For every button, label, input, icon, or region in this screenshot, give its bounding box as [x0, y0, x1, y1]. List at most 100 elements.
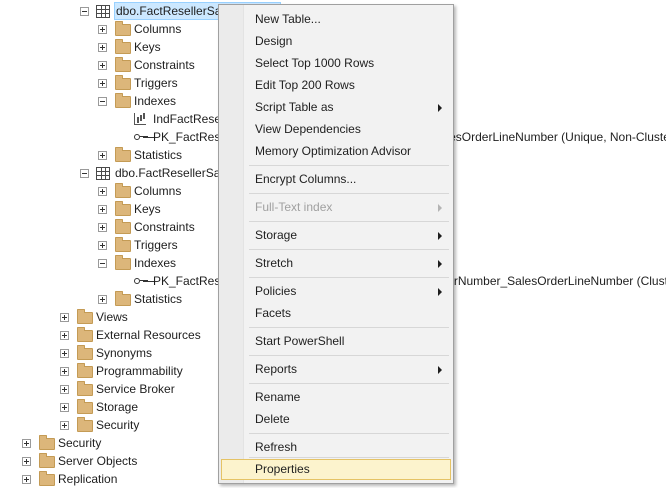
menu-item-properties[interactable]: Properties [221, 459, 451, 480]
menu-item-label: Script Table as [255, 100, 334, 114]
server-objects-label[interactable]: Server Objects [58, 452, 137, 470]
folder-icon [115, 255, 131, 270]
indexes-label[interactable]: Indexes [134, 254, 176, 272]
expand-icon[interactable] [60, 421, 69, 430]
menu-separator [249, 221, 449, 222]
menu-item-stretch[interactable]: Stretch [221, 253, 451, 274]
folder-icon [39, 453, 55, 468]
keys-label[interactable]: Keys [134, 200, 161, 218]
key-icon [134, 134, 148, 140]
expand-icon[interactable] [98, 43, 107, 52]
folder-icon [77, 363, 93, 378]
menu-item-rename[interactable]: Rename [221, 387, 451, 408]
expand-icon[interactable] [60, 403, 69, 412]
constraints-label[interactable]: Constraints [134, 218, 195, 236]
collapse-icon[interactable] [80, 7, 89, 16]
keys-label[interactable]: Keys [134, 38, 161, 56]
collapse-icon[interactable] [98, 259, 107, 268]
expand-icon[interactable] [22, 439, 31, 448]
expand-icon[interactable] [98, 187, 107, 196]
indexes-label[interactable]: Indexes [134, 92, 176, 110]
expand-icon[interactable] [98, 79, 107, 88]
menu-item-label: Encrypt Columns... [255, 172, 357, 186]
folder-icon [115, 21, 131, 36]
folder-icon [115, 39, 131, 54]
menu-item-facets[interactable]: Facets [221, 303, 451, 324]
menu-item-label: Storage [255, 228, 298, 242]
folder-icon [115, 291, 131, 306]
menu-separator [249, 165, 449, 166]
collapse-icon[interactable] [98, 97, 107, 106]
storage-label[interactable]: Storage [96, 398, 138, 416]
columns-label[interactable]: Columns [134, 182, 181, 200]
menu-item-design[interactable]: Design [221, 31, 451, 52]
menu-item-label: Delete [255, 412, 290, 426]
table-icon [96, 5, 110, 18]
programmability-label[interactable]: Programmability [96, 362, 183, 380]
expand-icon[interactable] [98, 241, 107, 250]
menu-item-select-top-rows[interactable]: Select Top 1000 Rows [221, 53, 451, 74]
views-label[interactable]: Views [96, 308, 128, 326]
statistics-label[interactable]: Statistics [134, 146, 182, 164]
menu-separator [249, 193, 449, 194]
expand-icon[interactable] [98, 295, 107, 304]
submenu-arrow-icon [438, 204, 442, 212]
menu-separator [249, 249, 449, 250]
expand-icon[interactable] [98, 61, 107, 70]
menu-item-label: Properties [255, 462, 310, 476]
expand-icon[interactable] [22, 457, 31, 466]
menu-item-refresh[interactable]: Refresh [221, 437, 451, 458]
triggers-label[interactable]: Triggers [134, 74, 178, 92]
security-db-label[interactable]: Security [96, 416, 139, 434]
menu-item-start-powershell[interactable]: Start PowerShell [221, 331, 451, 352]
folder-icon [115, 57, 131, 72]
folder-icon [77, 399, 93, 414]
folder-icon [77, 327, 93, 342]
menu-item-script-table-as[interactable]: Script Table as [221, 97, 451, 118]
collapse-icon[interactable] [80, 169, 89, 178]
submenu-arrow-icon [438, 104, 442, 112]
expand-icon[interactable] [98, 205, 107, 214]
folder-icon [115, 93, 131, 108]
menu-item-new-table[interactable]: New Table... [221, 9, 451, 30]
menu-separator [249, 457, 449, 458]
folder-icon [115, 75, 131, 90]
external-resources-label[interactable]: External Resources [96, 326, 201, 344]
menu-item-label: Design [255, 34, 293, 48]
menu-item-label: Full-Text index [255, 200, 333, 214]
service-broker-label[interactable]: Service Broker [96, 380, 175, 398]
expand-icon[interactable] [60, 367, 69, 376]
expand-icon[interactable] [98, 25, 107, 34]
menu-item-policies[interactable]: Policies [221, 281, 451, 302]
menu-item-reports[interactable]: Reports [221, 359, 451, 380]
expand-icon[interactable] [98, 223, 107, 232]
expand-icon[interactable] [60, 331, 69, 340]
menu-item-memory-optimization[interactable]: Memory Optimization Advisor [221, 141, 451, 162]
synonyms-label[interactable]: Synonyms [96, 344, 152, 362]
folder-icon [115, 147, 131, 162]
menu-item-label: New Table... [255, 12, 321, 26]
expand-icon[interactable] [22, 475, 31, 484]
expand-icon[interactable] [60, 313, 69, 322]
menu-item-label: Stretch [255, 256, 294, 270]
security-label[interactable]: Security [58, 434, 101, 452]
constraints-label[interactable]: Constraints [134, 56, 195, 74]
expand-icon[interactable] [60, 349, 69, 358]
key-icon [134, 278, 148, 284]
triggers-label[interactable]: Triggers [134, 236, 178, 254]
statistics-label[interactable]: Statistics [134, 290, 182, 308]
replication-label[interactable]: Replication [58, 470, 117, 488]
menu-item-storage[interactable]: Storage [221, 225, 451, 246]
columns-label[interactable]: Columns [134, 20, 181, 38]
menu-item-label: Rename [255, 390, 301, 404]
menu-item-delete[interactable]: Delete [221, 409, 451, 430]
expand-icon[interactable] [60, 385, 69, 394]
menu-item-view-dependencies[interactable]: View Dependencies [221, 119, 451, 140]
folder-icon [77, 417, 93, 432]
context-menu: New Table... Design Select Top 1000 Rows… [218, 4, 454, 484]
menu-item-label: Refresh [255, 440, 298, 454]
menu-item-fulltext-index: Full-Text index [221, 197, 451, 218]
menu-item-encrypt-columns[interactable]: Encrypt Columns... [221, 169, 451, 190]
expand-icon[interactable] [98, 151, 107, 160]
menu-item-edit-top-rows[interactable]: Edit Top 200 Rows [221, 75, 451, 96]
